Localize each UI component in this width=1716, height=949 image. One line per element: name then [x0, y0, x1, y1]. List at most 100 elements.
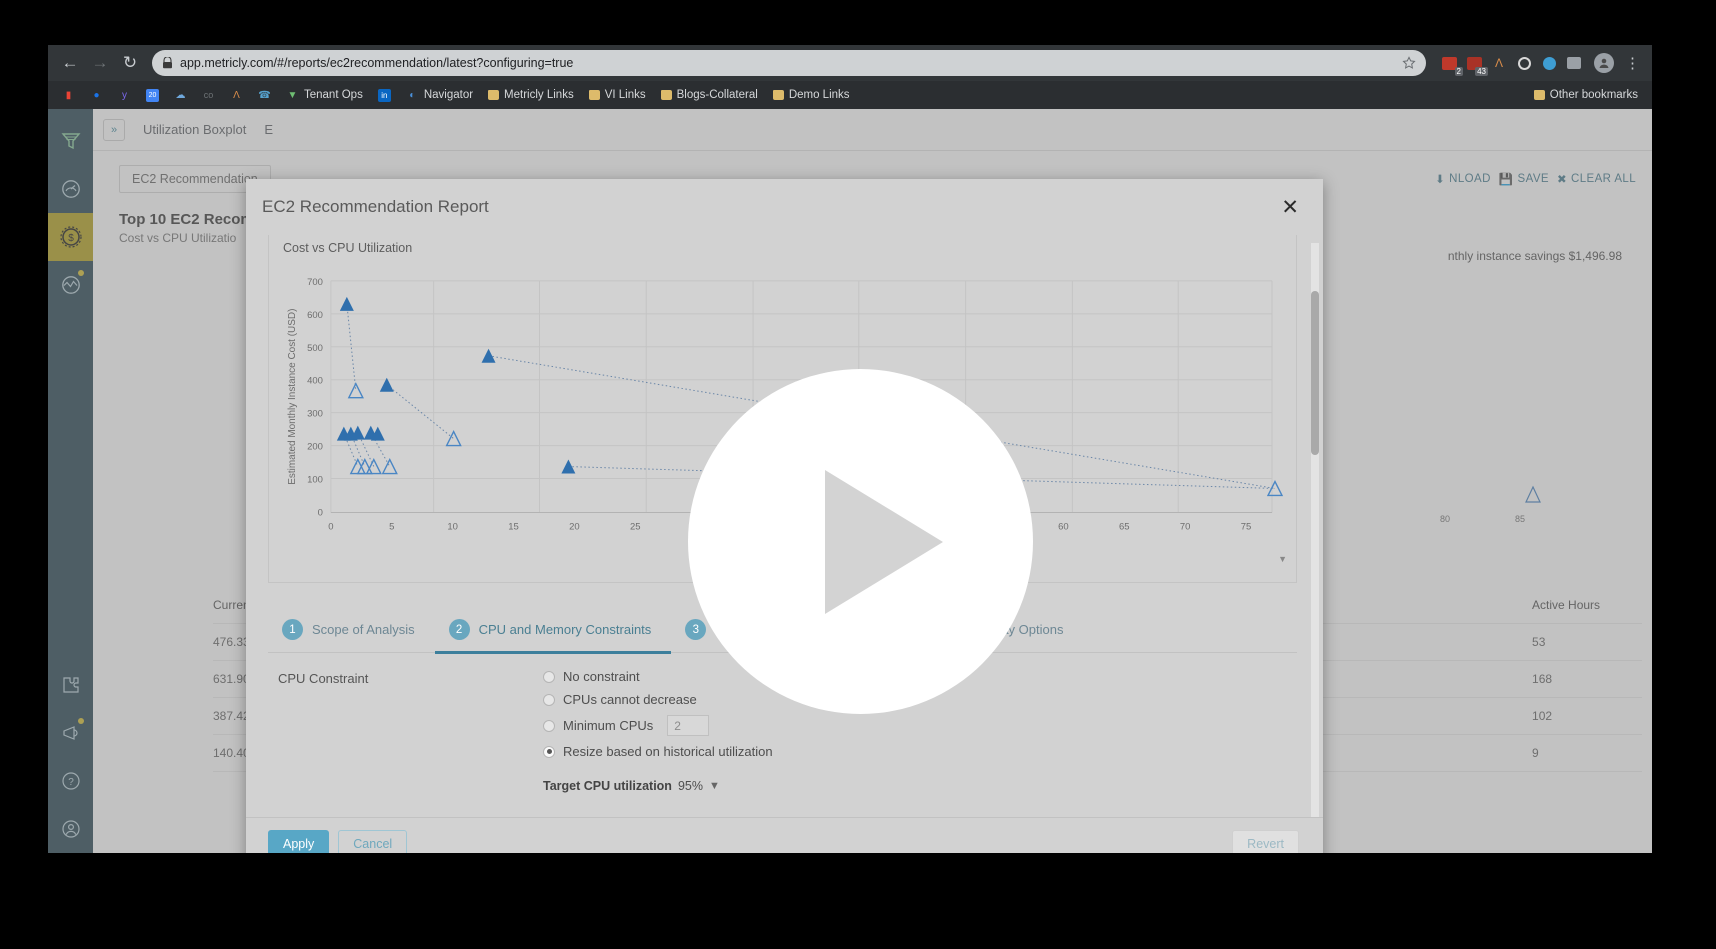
bookmark-tenant-ops[interactable]: ▼ Tenant Ops	[280, 87, 369, 104]
radio-label: Minimum CPUs	[563, 718, 654, 733]
extension-1-badge: 2	[1454, 67, 1463, 76]
svg-text:200: 200	[307, 442, 323, 453]
linkedin-icon: in	[377, 88, 391, 102]
kebab-menu-icon[interactable]: ⋮	[1621, 54, 1644, 72]
bookmark-blogs-collateral[interactable]: Blogs-Collateral	[655, 87, 764, 103]
extension-4-icon[interactable]	[1515, 54, 1533, 72]
modal-scrollbar[interactable]	[1311, 243, 1319, 817]
svg-text:75: 75	[1241, 521, 1252, 532]
cancel-button[interactable]: Cancel	[338, 829, 408, 853]
extension-2-icon[interactable]: 43	[1465, 54, 1488, 76]
co-icon: co	[203, 90, 214, 100]
svg-text:0: 0	[328, 521, 333, 532]
extension-6-icon[interactable]	[1565, 54, 1583, 72]
revert-button[interactable]: Revert	[1232, 829, 1299, 853]
back-arrow-icon[interactable]: ←	[56, 49, 84, 77]
modal-header: EC2 Recommendation Report ✕	[246, 179, 1323, 235]
radio-resize-historical[interactable]: Resize based on historical utilization	[543, 744, 773, 759]
address-bar[interactable]: app.metricly.com/#/reports/ec2recommenda…	[152, 50, 1426, 76]
user-icon	[1599, 58, 1609, 68]
svg-text:5: 5	[389, 521, 394, 532]
url-text: app.metricly.com/#/reports/ec2recommenda…	[180, 56, 574, 70]
step-label: CPU and Memory Constraints	[478, 622, 652, 637]
browser-toolbar: ← → ↻ app.metricly.com/#/reports/ec2reco…	[48, 45, 1652, 81]
bookmark-item[interactable]: Λ	[224, 87, 249, 104]
modal-footer: Apply Cancel Revert	[246, 817, 1323, 853]
target-cpu-utilization-dropdown[interactable]: Target CPU utilization 95% ▼	[543, 779, 773, 793]
bookmark-metricly-links[interactable]: Metricly Links	[482, 87, 580, 103]
y-axis-title: Estimated Monthly Instance Cost (USD)	[287, 309, 298, 485]
forward-arrow-icon[interactable]: →	[86, 49, 114, 77]
bookmark-item[interactable]: co	[196, 87, 221, 104]
star-icon[interactable]	[1402, 56, 1416, 70]
chart-scroll-indicator: ▼	[1278, 554, 1287, 564]
radio-button[interactable]	[543, 719, 555, 732]
bookmark-demo-links[interactable]: Demo Links	[767, 87, 856, 103]
screen: ← → ↻ app.metricly.com/#/reports/ec2reco…	[0, 0, 1716, 949]
bookmark-item[interactable]: ☁	[168, 87, 193, 104]
memory-constraint-label: Memory Constraint	[278, 815, 543, 817]
minimum-cpus-input[interactable]	[667, 715, 710, 736]
radio-button[interactable]	[543, 816, 555, 817]
radio-no-constraint[interactable]: No constraint	[543, 669, 773, 684]
bookmark-navigator[interactable]: ◐ Navigator	[400, 87, 479, 104]
apply-button[interactable]: Apply	[268, 829, 330, 853]
lock-icon	[163, 57, 172, 69]
close-x-icon[interactable]: ✕	[1275, 195, 1305, 220]
svg-text:65: 65	[1119, 521, 1130, 532]
bookmark-item[interactable]: y	[112, 87, 137, 104]
scrollbar-thumb[interactable]	[1311, 291, 1319, 455]
radio-memory-no-constraint[interactable]: No constraint	[543, 815, 640, 817]
chevron-down-icon[interactable]: ▼	[709, 780, 720, 792]
calendar-icon: 20	[146, 88, 159, 102]
bookmarks-bar: ▮ ● y 20 ☁ co Λ ☎ ▼ Tenant Ops in ◐ Navi…	[48, 81, 1652, 109]
extension-3-icon[interactable]: Λ	[1490, 54, 1508, 72]
play-button-icon[interactable]	[688, 369, 1033, 714]
bookmark-vi-links[interactable]: VI Links	[583, 87, 652, 103]
folder-icon	[772, 90, 784, 100]
folder-icon	[1533, 90, 1545, 100]
bookmark-label: Demo Links	[788, 89, 850, 101]
reload-icon[interactable]: ↻	[116, 49, 144, 77]
target-cpu-label: Target CPU utilization	[543, 779, 672, 793]
svg-text:400: 400	[307, 376, 323, 387]
step-scope-of-analysis[interactable]: 1 Scope of Analysis	[268, 607, 435, 653]
step-cpu-and-memory-constraints[interactable]: 2 CPU and Memory Constraints	[434, 607, 672, 654]
svg-text:60: 60	[1058, 521, 1069, 532]
y-axis-ticks: 700 600 500 400 300 200 100 0	[307, 277, 323, 519]
svg-text:700: 700	[307, 277, 323, 288]
other-bookmarks-button[interactable]: Other bookmarks	[1528, 87, 1644, 103]
navigator-icon: ◐	[409, 89, 416, 101]
play-triangle	[824, 469, 943, 614]
folder-icon	[660, 90, 672, 100]
modal-title: EC2 Recommendation Report	[262, 197, 489, 216]
step-label: Scope of Analysis	[312, 622, 415, 637]
bookmark-label: Blogs-Collateral	[676, 89, 758, 101]
bookmark-item[interactable]: ●	[84, 87, 109, 104]
bookmark-label: Navigator	[423, 89, 474, 101]
extensions-tray: 2 43 Λ ⋮	[1434, 53, 1644, 76]
svg-text:25: 25	[630, 521, 641, 532]
cloud-icon: ☁	[175, 89, 186, 101]
radio-minimum-cpus[interactable]: Minimum CPUs	[543, 715, 773, 736]
radio-button[interactable]	[543, 693, 555, 706]
svg-text:300: 300	[307, 409, 323, 420]
bookmark-item[interactable]: ▮	[56, 87, 81, 104]
extension-1-icon[interactable]: 2	[1440, 54, 1463, 76]
step-number: 2	[448, 619, 470, 640]
radio-cpus-cannot-decrease[interactable]: CPUs cannot decrease	[543, 692, 773, 707]
svg-text:600: 600	[307, 310, 323, 321]
folder-icon	[588, 90, 600, 100]
cpu-constraint-options: No constraint CPUs cannot decrease Minim…	[543, 669, 773, 793]
bookmark-item[interactable]: in	[372, 87, 397, 104]
radio-button[interactable]	[543, 745, 555, 758]
lambda-icon: Λ	[233, 89, 240, 101]
radio-button[interactable]	[543, 670, 555, 683]
maps-pin-icon: ●	[93, 89, 100, 101]
profile-avatar[interactable]	[1594, 53, 1614, 73]
bookmark-item[interactable]: ☎	[252, 87, 277, 104]
radio-label: No constraint	[563, 815, 640, 817]
bookmark-item[interactable]: 20	[140, 87, 165, 104]
extension-5-icon[interactable]	[1540, 54, 1558, 72]
memory-constraint-options: No constraint	[543, 815, 640, 817]
